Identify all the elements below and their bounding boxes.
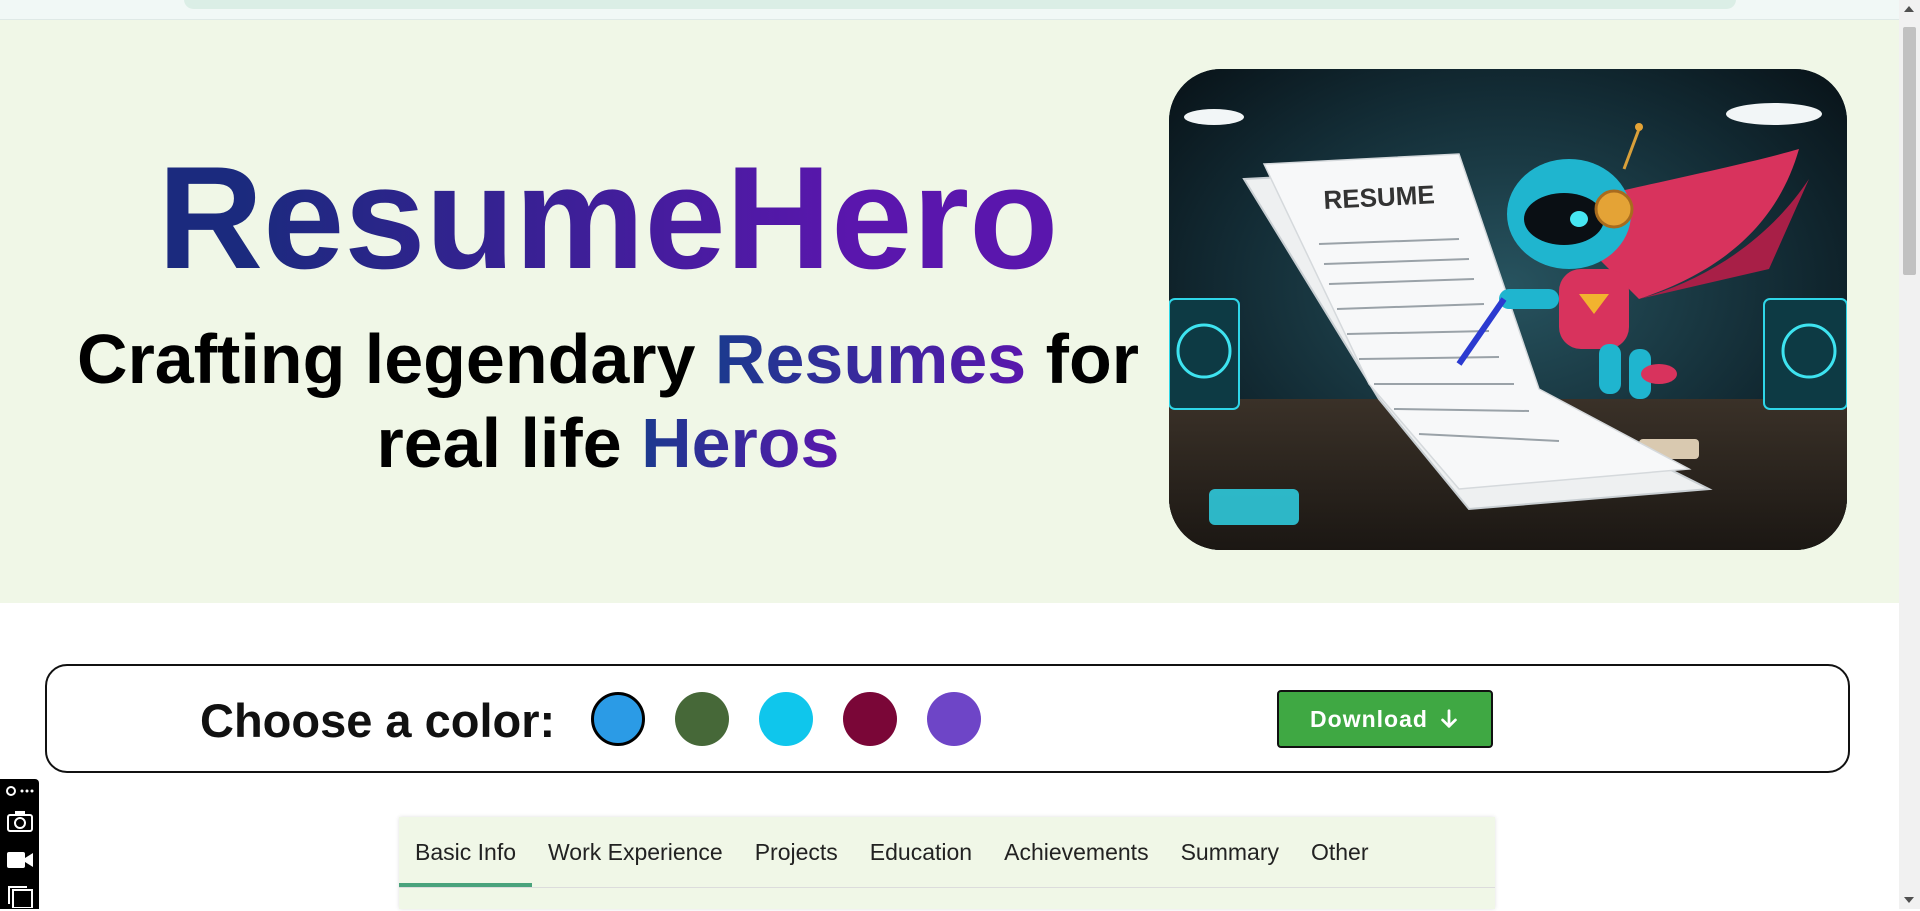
tab-other[interactable]: Other xyxy=(1295,817,1385,887)
capture-toolbar xyxy=(0,779,39,909)
tab-achievements[interactable]: Achievements xyxy=(988,817,1164,887)
page-scrollbar[interactable] xyxy=(1899,0,1920,909)
tab-education[interactable]: Education xyxy=(854,817,988,887)
tab-projects[interactable]: Projects xyxy=(739,817,854,887)
scroll-up-icon[interactable] xyxy=(1904,6,1914,12)
link-icon[interactable] xyxy=(5,784,35,798)
window-icon xyxy=(8,886,33,908)
camera-icon xyxy=(7,811,33,832)
tab-work-experience[interactable]: Work Experience xyxy=(532,817,739,887)
color-swatch-green[interactable] xyxy=(675,692,729,746)
color-swatch-purple[interactable] xyxy=(927,692,981,746)
camera-button[interactable] xyxy=(5,807,35,835)
scroll-down-icon[interactable] xyxy=(1904,897,1914,903)
video-icon xyxy=(7,852,33,868)
scrollbar-thumb[interactable] xyxy=(1903,27,1916,275)
resume-heading-text: RESUME xyxy=(1323,179,1436,215)
resume-section-tabs: Basic Info Work Experience Projects Educ… xyxy=(399,817,1495,909)
hero-illustration: RESUME xyxy=(1169,69,1847,550)
tagline-accent-heros: Heros xyxy=(641,404,840,482)
download-label: Download xyxy=(1310,705,1428,732)
browser-top-strip xyxy=(0,0,1899,20)
brand-title: ResumeHero xyxy=(0,145,1216,291)
tagline: Crafting legendary Resumes for real life… xyxy=(40,317,1176,485)
download-button[interactable]: Download xyxy=(1277,690,1493,748)
toolbar-header xyxy=(5,781,35,801)
robot-writing-resume-image: RESUME xyxy=(1169,69,1847,550)
tagline-accent-resumes: Resumes xyxy=(714,320,1027,398)
arrow-down-icon xyxy=(1441,709,1457,728)
tagline-text: real life xyxy=(376,404,642,482)
window-capture-button[interactable] xyxy=(5,883,35,911)
tab-basic-info[interactable]: Basic Info xyxy=(399,817,532,887)
color-swatch-blue[interactable] xyxy=(591,692,645,746)
tab-summary[interactable]: Summary xyxy=(1165,817,1295,887)
choose-color-label: Choose a color: xyxy=(200,694,556,747)
video-button[interactable] xyxy=(5,846,35,874)
color-swatch-cyan[interactable] xyxy=(759,692,813,746)
color-picker-bar: Choose a color: Download xyxy=(45,664,1850,773)
tagline-text: Crafting legendary xyxy=(77,320,715,398)
address-bar[interactable] xyxy=(184,0,1736,9)
hero-section: ResumeHero Crafting legendary Resumes fo… xyxy=(0,20,1899,603)
tagline-text: for xyxy=(1026,320,1139,398)
color-swatch-maroon[interactable] xyxy=(843,692,897,746)
